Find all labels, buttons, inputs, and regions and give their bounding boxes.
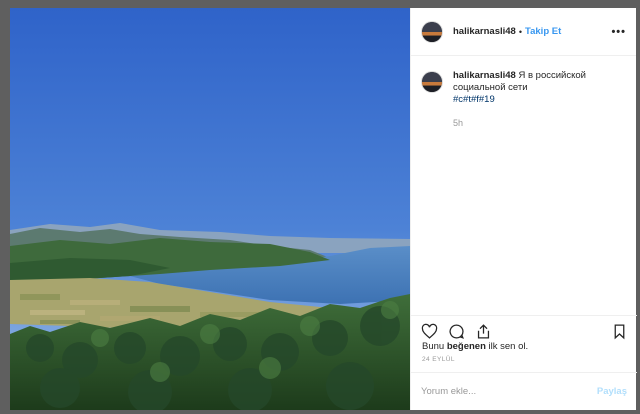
comment-input[interactable] [421,386,597,397]
likes-link[interactable]: beğenen [447,341,486,352]
caption-time[interactable]: 5h [453,117,613,129]
comment-bar: Paylaş [411,372,637,410]
landscape-image [10,8,410,410]
more-horizontal-icon[interactable]: ••• [611,26,626,38]
comment-icon[interactable] [446,322,466,342]
post-photo[interactable] [10,8,410,410]
sunset-avatar-icon [422,21,442,42]
post-date[interactable]: 24 EYLÜL [422,356,455,363]
caption-username[interactable]: halikarnasli48 [453,70,516,81]
caption-body: halikarnasli48 Я в российской социальной… [453,70,613,129]
share-icon[interactable] [473,322,493,342]
post-modal: halikarnasli48 • Takip Et ••• halikarnas… [10,8,637,410]
post-comment-button[interactable]: Paylaş [597,386,627,397]
post-caption: halikarnasli48 Я в российской социальной… [411,56,636,129]
header-username[interactable]: halikarnasli48 [453,26,516,37]
likes-text: Bunu beğenen ilk sen ol. [422,341,528,352]
bookmark-icon[interactable] [609,322,629,342]
caption-hashtags[interactable]: #c#t#f#19 [453,94,495,105]
user-avatar[interactable] [421,20,443,43]
heart-icon[interactable] [419,322,439,342]
follow-button[interactable]: Takip Et [525,26,561,37]
post-header: halikarnasli48 • Takip Et ••• [411,8,636,56]
caption-avatar[interactable] [421,71,443,93]
header-separator: • [518,26,523,37]
likes-prefix: Bunu [422,341,447,352]
likes-suffix: ilk sen ol. [485,341,529,352]
post-sidebar: halikarnasli48 • Takip Et ••• halikarnas… [410,8,637,410]
sunset-avatar-icon [422,72,442,92]
